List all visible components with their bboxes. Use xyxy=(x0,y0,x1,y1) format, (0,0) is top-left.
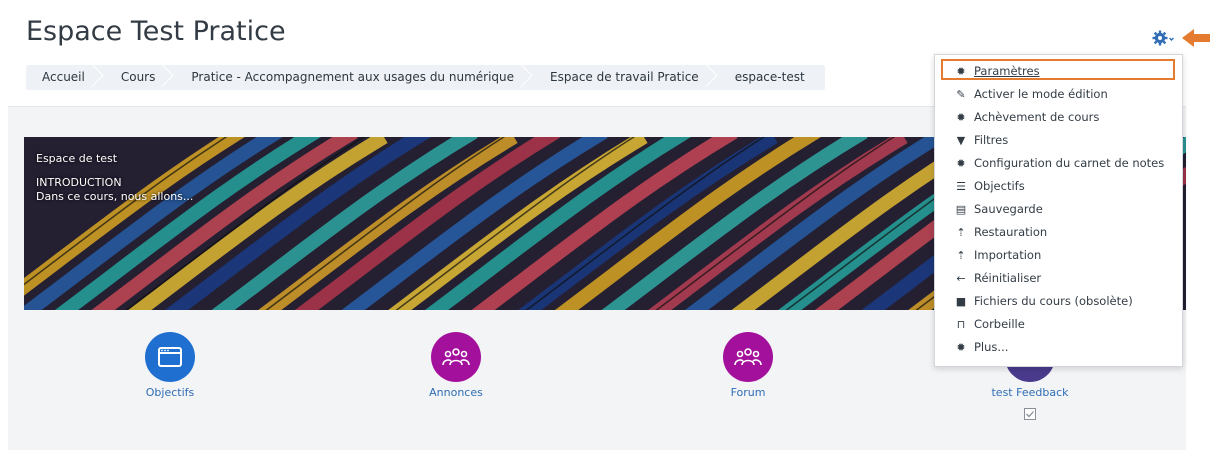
menu-item-sauvegarde[interactable]: ▤ Sauvegarde xyxy=(935,198,1182,220)
tile-objectifs-circle[interactable] xyxy=(145,332,195,382)
tile-annonces[interactable]: Annonces xyxy=(386,332,526,399)
course-admin-menu: ✹ Paramètres ✎ Activer le mode édition ✹… xyxy=(934,54,1183,367)
tile-forum-label[interactable]: Forum xyxy=(678,386,818,399)
list-icon: ☰ xyxy=(956,179,966,193)
tile-annonces-circle[interactable] xyxy=(431,332,481,382)
banner-course-name: Espace de test xyxy=(36,152,118,165)
breadcrumb-item-accueil[interactable]: Accueil xyxy=(26,65,105,90)
gear-icon: ✹ xyxy=(956,340,966,354)
page-title: Espace Test Pratice xyxy=(26,16,286,47)
gear-icon: ✹ xyxy=(956,64,966,78)
menu-item-fichiers[interactable]: ■ Fichiers du cours (obsolète) xyxy=(935,290,1182,312)
tile-forum[interactable]: Forum xyxy=(678,332,818,399)
tile-objectifs-label[interactable]: Objectifs xyxy=(100,386,240,399)
menu-item-activer-edition[interactable]: ✎ Activer le mode édition xyxy=(935,83,1182,105)
menu-item-label: Corbeille xyxy=(974,317,1025,331)
upload-icon: ⇡ xyxy=(956,225,966,239)
folder-icon: ■ xyxy=(955,294,967,308)
upload-icon: ⇡ xyxy=(956,248,966,262)
menu-item-filtres[interactable]: ▼ Filtres xyxy=(935,129,1182,151)
menu-item-label: Achèvement de cours xyxy=(974,110,1100,124)
checkbox-checked-icon xyxy=(1024,408,1036,420)
tile-feedback-label[interactable]: test Feedback xyxy=(960,386,1100,399)
breadcrumb-item-espace-travail[interactable]: Espace de travail Pratice xyxy=(534,65,719,90)
menu-item-label: Paramètres xyxy=(974,64,1040,78)
banner-heading: INTRODUCTION xyxy=(36,176,122,189)
tile-objectifs[interactable]: Objectifs xyxy=(100,332,240,399)
menu-item-parametres[interactable]: ✹ Paramètres xyxy=(935,60,1182,82)
trash-icon: ⊓ xyxy=(956,317,966,331)
gear-icon: ✹ xyxy=(956,110,966,124)
users-icon xyxy=(442,348,470,366)
menu-item-label: Plus... xyxy=(974,340,1009,354)
breadcrumb-item-pratice[interactable]: Pratice - Accompagnement aux usages du n… xyxy=(175,65,534,90)
arrow-left-icon: ← xyxy=(956,271,966,285)
menu-item-label: Fichiers du cours (obsolète) xyxy=(974,294,1133,308)
file-icon: ▤ xyxy=(955,202,967,216)
banner-text: Espace de test INTRODUCTION Dans ce cour… xyxy=(36,152,193,204)
users-icon xyxy=(734,348,762,366)
menu-item-label: Configuration du carnet de notes xyxy=(974,156,1165,170)
completion-checkbox[interactable] xyxy=(960,405,1100,424)
menu-item-objectifs[interactable]: ☰ Objectifs xyxy=(935,175,1182,197)
menu-item-reinitialiser[interactable]: ← Réinitialiser xyxy=(935,267,1182,289)
menu-item-label: Objectifs xyxy=(974,179,1025,193)
menu-item-label: Réinitialiser xyxy=(974,271,1042,285)
menu-item-corbeille[interactable]: ⊓ Corbeille xyxy=(935,313,1182,335)
menu-item-label: Sauvegarde xyxy=(974,202,1043,216)
filter-icon: ▼ xyxy=(956,133,966,147)
breadcrumb: Accueil Cours Pratice - Accompagnement a… xyxy=(26,65,825,90)
banner-summary: Dans ce cours, nous allons... xyxy=(36,190,194,203)
gear-icon[interactable] xyxy=(1152,29,1174,49)
window-icon xyxy=(158,347,182,367)
arrow-left-icon xyxy=(1182,29,1210,47)
menu-item-achevement[interactable]: ✹ Achèvement de cours xyxy=(935,106,1182,128)
menu-item-restauration[interactable]: ⇡ Restauration xyxy=(935,221,1182,243)
breadcrumb-item-cours[interactable]: Cours xyxy=(105,65,176,90)
tile-forum-circle[interactable] xyxy=(723,332,773,382)
menu-item-label: Filtres xyxy=(974,133,1009,147)
menu-item-plus[interactable]: ✹ Plus... xyxy=(935,336,1182,358)
menu-item-label: Restauration xyxy=(974,225,1048,239)
menu-item-label: Importation xyxy=(974,248,1042,262)
menu-item-label: Activer le mode édition xyxy=(974,87,1108,101)
menu-item-carnet-notes[interactable]: ✹ Configuration du carnet de notes xyxy=(935,152,1182,174)
breadcrumb-item-espace-test[interactable]: espace-test xyxy=(719,65,825,90)
tile-annonces-label[interactable]: Annonces xyxy=(386,386,526,399)
menu-item-importation[interactable]: ⇡ Importation xyxy=(935,244,1182,266)
pencil-icon: ✎ xyxy=(956,87,966,101)
gear-icon: ✹ xyxy=(956,156,966,170)
